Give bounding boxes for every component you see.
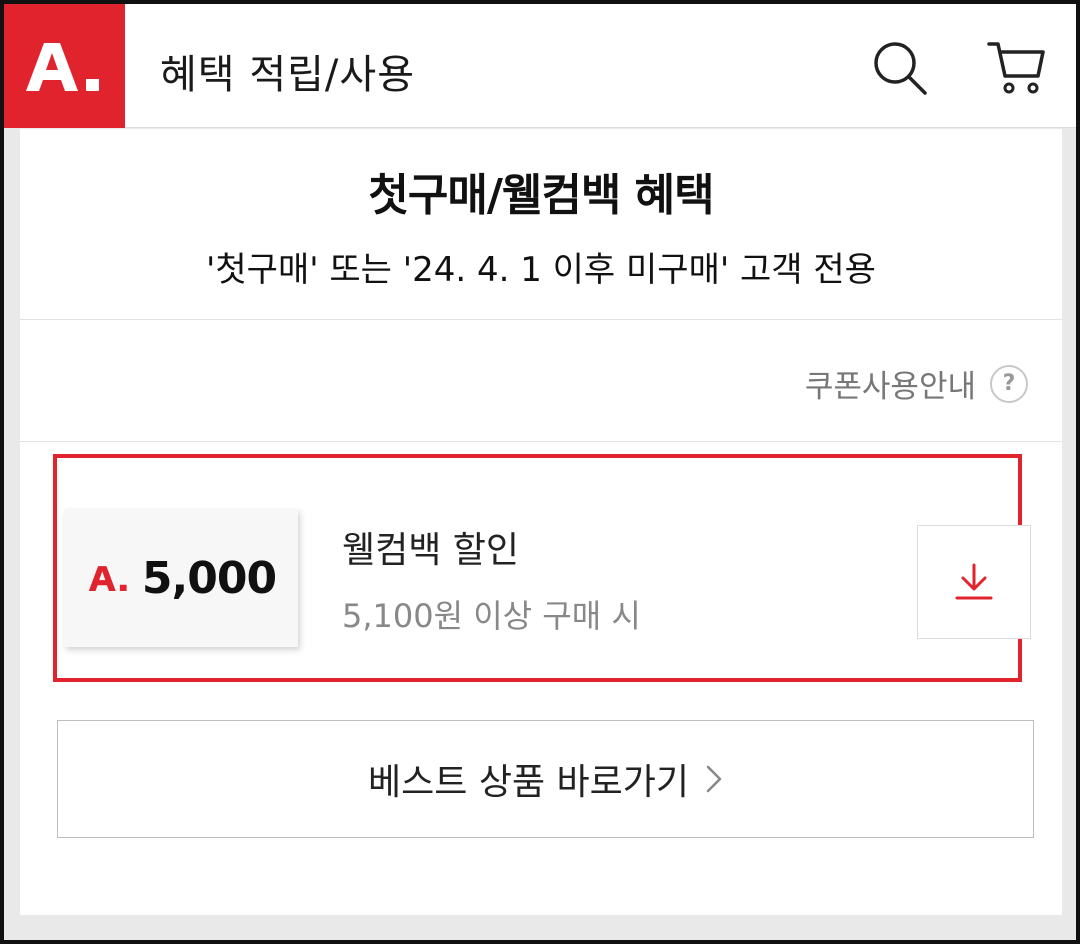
right-gutter	[1062, 128, 1076, 940]
a-dot-logo-icon	[88, 566, 127, 591]
benefit-panel: 첫구매/웰컴백 혜택 '첫구매' 또는 '24. 4. 1 이후 미구매' 고객…	[20, 129, 1062, 915]
best-products-button[interactable]: 베스트 상품 바로가기	[57, 720, 1034, 838]
coupon-guide-label: 쿠폰사용안내	[804, 369, 976, 405]
page-title: 혜택 적립/사용	[160, 52, 415, 98]
benefit-title: 첫구매/웰컴백 혜택	[368, 170, 714, 221]
home-logo[interactable]	[4, 4, 125, 128]
coupon-value-card: 5,000	[64, 509, 298, 647]
chevron-right-icon	[706, 765, 722, 793]
left-gutter	[4, 128, 20, 940]
search-icon[interactable]	[870, 38, 930, 98]
benefit-subtitle: '첫구매' 또는 '24. 4. 1 이후 미구매' 고객 전용	[206, 250, 876, 290]
a-dot-logo-icon	[25, 43, 99, 91]
coupon-name: 웰컴백 할인	[342, 530, 520, 571]
top-header: 혜택 적립/사용	[4, 4, 1076, 128]
help-icon: ?	[990, 364, 1028, 403]
app-frame: 혜택 적립/사용 첫구매/웰컴백 혜택 '첫구매' 또는 '24. 4. 1 이…	[0, 0, 1080, 944]
coupon-amount: 5,000	[141, 552, 277, 604]
divider	[20, 319, 1062, 320]
download-icon	[955, 563, 993, 600]
cart-icon[interactable]	[986, 38, 1046, 98]
coupon-guide-link[interactable]: 쿠폰사용안내 ?	[805, 361, 1028, 406]
coupon-download-button[interactable]	[917, 525, 1031, 639]
divider	[20, 441, 1062, 442]
coupon-condition: 5,100원 이상 구매 시	[342, 597, 641, 635]
best-products-label: 베스트 상품 바로가기	[368, 762, 689, 803]
